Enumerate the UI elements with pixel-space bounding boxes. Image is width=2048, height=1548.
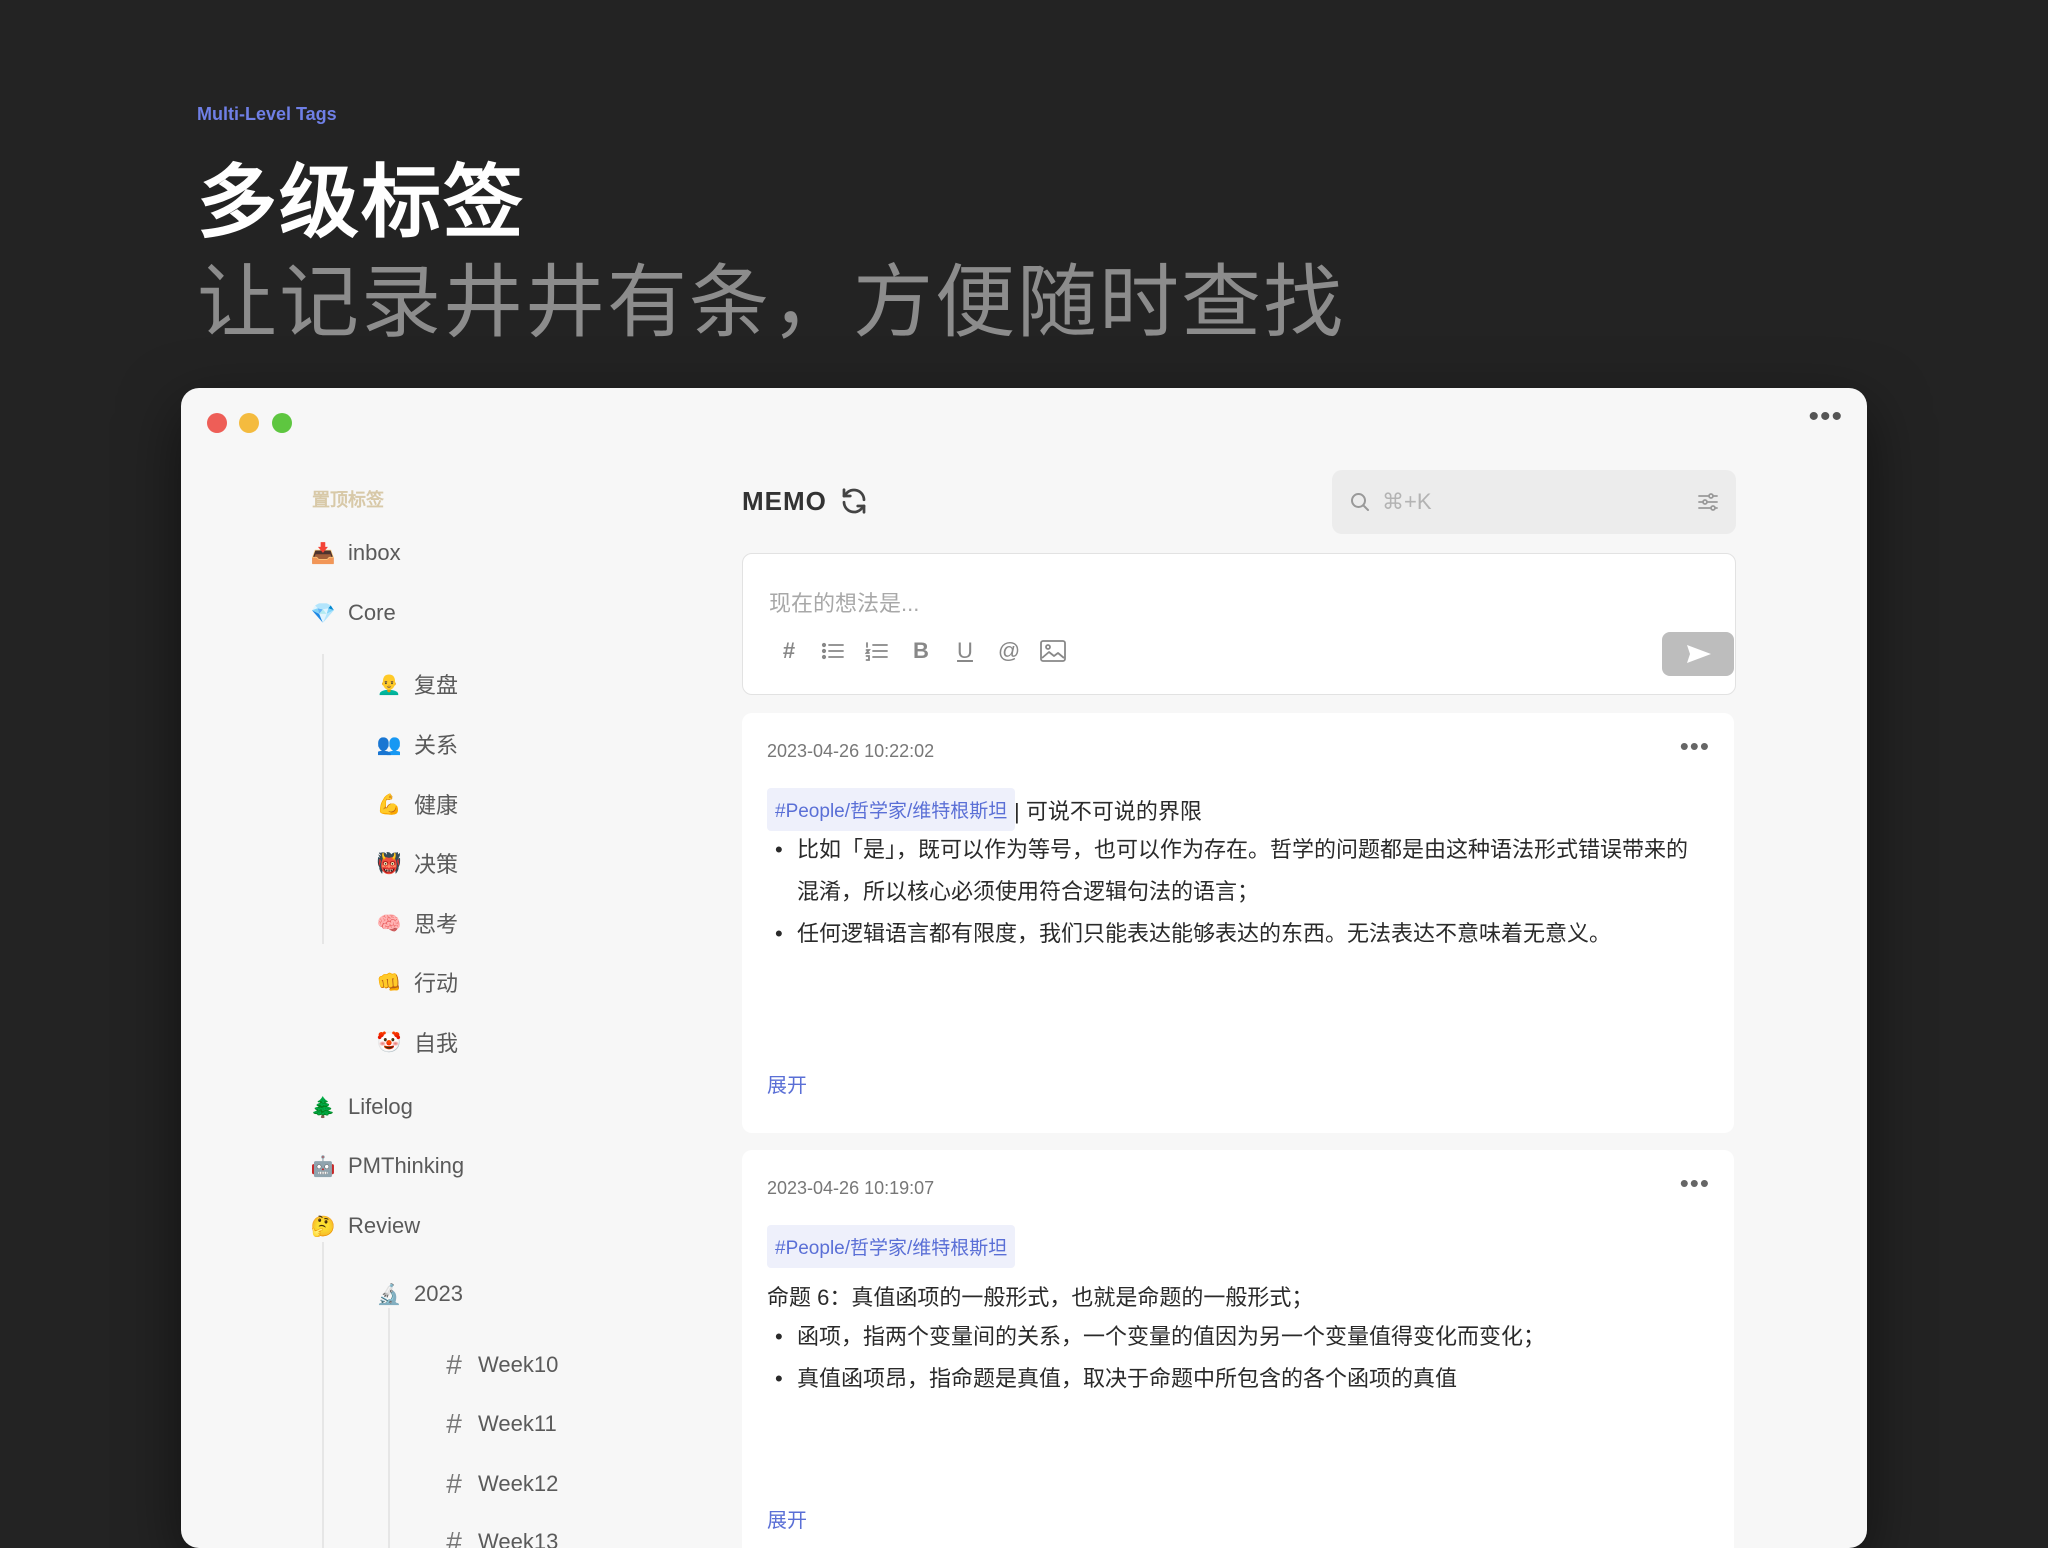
sidebar-item-label: 思考 (414, 912, 459, 937)
memo-editor[interactable]: 现在的想法是... # B U @ (742, 553, 1736, 695)
sidebar-item-2023[interactable]: 🔬 2023 (376, 1281, 463, 1307)
sidebar-item-week12[interactable]: # Week12 (442, 1468, 558, 1500)
tree-icon: 🌲 (310, 1096, 336, 1119)
hash-icon: # (446, 1349, 462, 1380)
window-more-icon[interactable]: ••• (1808, 400, 1843, 434)
sidebar-item-juece[interactable]: 👹 决策 (376, 847, 458, 879)
hash-icon: # (446, 1408, 462, 1439)
sidebar-item-label: Week13 (478, 1529, 559, 1548)
sidebar-item-label: Review (348, 1213, 421, 1238)
fist-icon: 👊 (376, 971, 402, 994)
search-input[interactable]: ⌘+K (1382, 489, 1432, 515)
expand-link[interactable]: 展开 (767, 1504, 807, 1533)
mention-button[interactable]: @ (987, 636, 1031, 666)
sidebar-item-guanxi[interactable]: 👥 关系 (376, 728, 458, 760)
editor-toolbar: # B U @ (767, 636, 1075, 666)
sidebar-item-label: Week12 (478, 1471, 559, 1496)
sidebar-item-label: 关系 (414, 733, 459, 758)
memo-more-icon[interactable]: ••• (1680, 731, 1710, 762)
microscope-icon: 🔬 (376, 1283, 402, 1306)
sidebar: 置顶标签 📥 inbox 💎 Core 👨‍🦲 复盘 👥 关系 💪 健康 👹 决… (181, 388, 741, 1548)
sidebar-item-inbox[interactable]: 📥 inbox (310, 540, 401, 566)
list-item: 真值函项昂，指命题是真值，取决于命题中所包含的各个函项的真值 (767, 1358, 1707, 1400)
sidebar-item-label: Core (348, 600, 396, 625)
sync-icon[interactable] (839, 486, 869, 516)
underline-button[interactable]: U (943, 636, 987, 666)
thinking-face-icon: 🤔 (310, 1215, 336, 1238)
filter-settings-icon[interactable] (1696, 490, 1720, 514)
sidebar-item-label: 复盘 (414, 673, 459, 698)
list-item: 任何逻辑语言都有限度，我们只能表达能够表达的东西。无法表达不意味着无意义。 (767, 913, 1707, 955)
sidebar-item-label: 决策 (414, 852, 459, 877)
inbox-icon: 📥 (310, 542, 336, 565)
brain-icon: 🧠 (376, 912, 402, 935)
send-icon (1687, 645, 1711, 663)
content-fade (742, 1021, 1734, 1061)
list-item: 函项，指两个变量间的关系，一个变量的值因为另一个变量值得变化而变化； (767, 1316, 1707, 1358)
pinned-tags-label: 置顶标签 (312, 490, 384, 510)
memo-timestamp: 2023-04-26 10:19:07 (767, 1178, 935, 1198)
memo-bullets: 函项，指两个变量间的关系，一个变量的值因为另一个变量值得变化而变化； 真值函项昂… (767, 1316, 1707, 1400)
app-window: ••• 置顶标签 📥 inbox 💎 Core 👨‍🦲 复盘 👥 关系 💪 健康… (181, 388, 1867, 1548)
hero-eyebrow: Multi-Level Tags (197, 104, 337, 124)
tag-chip[interactable]: #People/哲学家/维特根斯坦 (767, 1225, 1016, 1268)
person-icon: 👨‍🦲 (376, 673, 402, 696)
hero-subtitle: 让记录井井有条，方便随时查找 (197, 258, 1345, 347)
tag-chip[interactable]: #People/哲学家/维特根斯坦 (767, 788, 1016, 831)
hash-icon: # (446, 1468, 462, 1499)
send-button[interactable] (1662, 632, 1734, 676)
sidebar-item-label: 健康 (414, 793, 459, 818)
sidebar-item-label: inbox (348, 540, 401, 565)
sidebar-item-week10[interactable]: # Week10 (442, 1349, 558, 1381)
sidebar-item-review[interactable]: 🤔 Review (310, 1213, 421, 1239)
memo-bullets: 比如「是」，既可以作为等号，也可以作为存在。哲学的问题都是由这种语法形式错误带来… (767, 829, 1707, 955)
sidebar-item-label: PMThinking (348, 1153, 465, 1178)
sidebar-item-sikao[interactable]: 🧠 思考 (376, 907, 458, 939)
hash-icon: # (446, 1526, 462, 1548)
numbered-list-icon[interactable] (855, 636, 899, 666)
memo-card: 2023-04-26 10:19:07 ••• #People/哲学家/维特根斯… (742, 1150, 1734, 1548)
memo-heading: 命题 6：真值函项的一般形式，也就是命题的一般形式； (767, 1285, 1314, 1310)
sidebar-item-label: 行动 (414, 971, 459, 996)
bullet-list-icon[interactable] (811, 636, 855, 666)
year-tree-line (388, 1308, 390, 1548)
sidebar-item-label: 自我 (414, 1031, 459, 1056)
bold-button[interactable]: B (899, 636, 943, 666)
memo-timestamp: 2023-04-26 10:22:02 (767, 741, 935, 761)
sidebar-item-lifelog[interactable]: 🌲 Lifelog (310, 1094, 413, 1120)
sidebar-item-week13[interactable]: # Week13 (442, 1526, 558, 1548)
clown-icon: 🤡 (376, 1031, 402, 1054)
expand-link[interactable]: 展开 (767, 1069, 807, 1098)
sidebar-item-label: Week11 (478, 1411, 557, 1436)
memo-heading: | 可说不可说的界限 (1014, 799, 1202, 824)
core-tree-line (322, 654, 324, 944)
editor-input[interactable]: 现在的想法是... (769, 586, 919, 618)
image-icon[interactable] (1031, 636, 1075, 666)
sidebar-item-label: 2023 (414, 1281, 463, 1306)
sidebar-item-week11[interactable]: # Week11 (442, 1408, 557, 1440)
ogre-icon: 👹 (376, 852, 402, 875)
memo-title: MEMO (742, 486, 827, 516)
sidebar-item-pmthinking[interactable]: 🤖 PMThinking (310, 1153, 465, 1179)
robot-icon: 🤖 (310, 1155, 336, 1178)
review-tree-line (322, 1242, 324, 1548)
sidebar-item-ziwo[interactable]: 🤡 自我 (376, 1026, 458, 1058)
sidebar-item-fupan[interactable]: 👨‍🦲 复盘 (376, 668, 458, 700)
sidebar-item-jiankang[interactable]: 💪 健康 (376, 788, 458, 820)
list-item: 比如「是」，既可以作为等号，也可以作为存在。哲学的问题都是由这种语法形式错误带来… (767, 829, 1707, 913)
memo-more-icon[interactable]: ••• (1680, 1168, 1710, 1199)
people-icon: 👥 (376, 733, 402, 756)
tag-button[interactable]: # (767, 636, 811, 666)
sidebar-item-core[interactable]: 💎 Core (310, 600, 396, 626)
muscle-icon: 💪 (376, 793, 402, 816)
sidebar-item-label: Week10 (478, 1352, 559, 1377)
search-icon (1351, 493, 1369, 511)
gem-icon: 💎 (310, 602, 336, 625)
sidebar-item-label: Lifelog (348, 1094, 413, 1119)
memo-card: 2023-04-26 10:22:02 ••• #People/哲学家/维特根斯… (742, 713, 1734, 1133)
search-bar[interactable]: ⌘+K (1332, 470, 1736, 534)
hero-title: 多级标签 (197, 158, 525, 247)
sidebar-item-xingdong[interactable]: 👊 行动 (376, 966, 458, 998)
